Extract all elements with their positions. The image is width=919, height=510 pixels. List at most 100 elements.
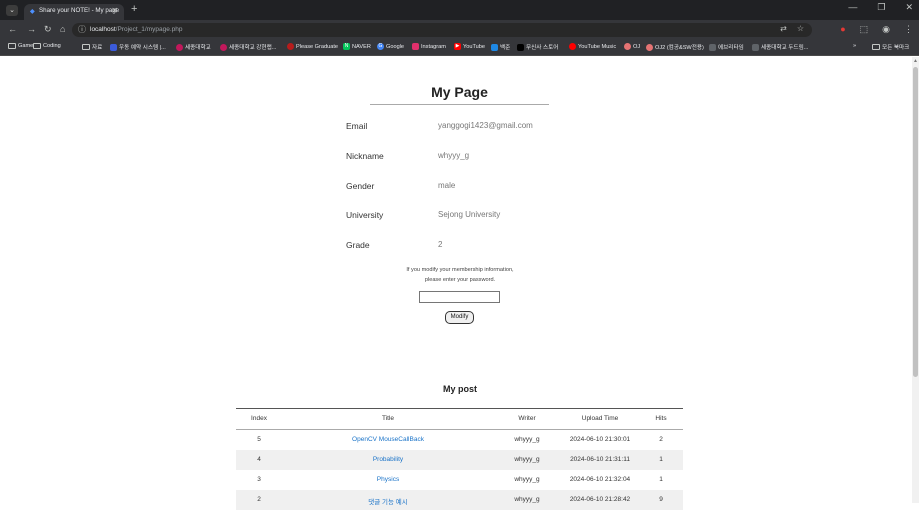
bookmark-favicon-icon — [646, 43, 653, 51]
new-tab-button[interactable]: + — [131, 3, 137, 15]
row-index: 3 — [257, 476, 261, 483]
bookmark-label: YouTube — [463, 43, 485, 50]
bookmark-udong[interactable]: 우동 예약 시스템 |... — [110, 43, 166, 51]
header-upload-time: Upload Time — [581, 415, 619, 422]
translate-icon[interactable]: ⇄ — [780, 24, 787, 33]
bookmark-label: OJ — [633, 43, 641, 50]
bookmark-oj[interactable]: OJ — [624, 43, 640, 50]
bookmark-label: Google — [386, 43, 405, 50]
bookmark-sejong[interactable]: 세종대학교 — [176, 43, 211, 51]
row-hits: 9 — [659, 496, 663, 503]
bookmark-folder-coding[interactable]: Coding — [33, 43, 61, 49]
bookmark-sejong-lab[interactable]: 세종대학교 강현랩... — [220, 43, 276, 51]
bookmark-baekjoon[interactable]: 백준 — [491, 43, 510, 51]
folder-icon — [33, 43, 41, 49]
modify-note-line2: please enter your password. — [424, 277, 496, 283]
close-tab-icon[interactable]: ✕ — [111, 6, 118, 15]
header-title: Title — [381, 415, 395, 422]
bookmarks-overflow-button[interactable]: » — [853, 43, 856, 49]
minimize-icon[interactable]: — — [848, 2, 857, 13]
post-title-link[interactable]: OpenCV MouseCallBack — [322, 436, 454, 443]
header-index: Index — [251, 415, 267, 422]
favicon-icon: ◆ — [30, 9, 35, 15]
google-icon: G — [377, 43, 384, 50]
bookmark-instagram[interactable]: Instagram — [412, 43, 446, 50]
table-header: Index Title Writer Upload Time Hits — [236, 408, 683, 430]
naver-icon: N — [343, 43, 350, 50]
bookmark-youtube-music[interactable]: YouTube Music — [569, 43, 616, 50]
reload-icon[interactable]: ↻ — [44, 24, 52, 35]
field-label-email: Email — [346, 121, 368, 131]
modify-button[interactable]: Modify — [445, 311, 474, 324]
browser-tab-active[interactable]: ◆ Share your NOTE! - My page ✕ — [24, 4, 124, 20]
bookmark-label: Please Graduate — [296, 43, 338, 50]
row-upload-time: 2024-06-10 21:28:42 — [569, 496, 631, 503]
scroll-up-arrow-icon[interactable]: ▲ — [913, 58, 918, 64]
home-icon[interactable]: ⌂ — [60, 24, 65, 34]
row-writer: whyyy_g — [514, 496, 540, 503]
address-bar[interactable]: ⓘ localhost/Project_1/mypage.php ⇄ ☆ — [72, 23, 812, 37]
post-title-link[interactable]: 댓글 기능 예시 — [322, 496, 454, 506]
bookmark-musinsa[interactable]: 무신사 스토어 — [517, 43, 558, 51]
close-window-icon[interactable]: ✕ — [905, 2, 913, 13]
modify-note-line1: If you modify your membership informatio… — [406, 267, 514, 273]
profile-avatar-icon[interactable]: ◉ — [882, 24, 890, 35]
bookmark-favicon-icon — [517, 43, 524, 51]
bookmark-favicon-icon — [752, 43, 759, 51]
restore-icon[interactable]: ❐ — [877, 2, 885, 13]
page-content: My Page Email yanggogi1423@gmail.com Nic… — [0, 57, 912, 510]
row-writer: whyyy_g — [514, 436, 540, 443]
bookmark-label: 세종대학교 강현랩... — [229, 45, 277, 51]
browser-toolbar: ← → ↻ ⌂ ⓘ localhost/Project_1/mypage.php… — [0, 20, 919, 40]
row-writer: whyyy_g — [514, 476, 540, 483]
bookmark-youtube[interactable]: ▶ YouTube — [454, 43, 485, 50]
my-post-heading: My post — [442, 384, 477, 394]
folder-icon — [872, 44, 880, 50]
bookmark-favicon-icon — [491, 43, 498, 51]
bookmark-folder-game[interactable]: Game — [8, 43, 33, 49]
row-upload-time: 2024-06-10 21:30:01 — [569, 436, 631, 443]
bookmark-naver[interactable]: N NAVER — [343, 43, 371, 50]
page-scrollbar[interactable]: ▲ — [912, 57, 919, 503]
bookmark-oj2[interactable]: OJ2 (컴공&SW전용) — [646, 43, 704, 51]
bookmark-favicon-icon — [176, 43, 183, 51]
bookmark-favicon-icon — [287, 43, 294, 50]
field-label-gender: Gender — [346, 181, 375, 191]
row-hits: 2 — [659, 436, 663, 443]
extensions-puzzle-icon[interactable]: ⬚ — [860, 24, 869, 35]
menu-kebab-icon[interactable]: ⋮ — [904, 24, 913, 35]
page-title: My Page — [431, 84, 488, 100]
password-input[interactable] — [419, 291, 500, 303]
header-writer: Writer — [518, 415, 536, 422]
bookmark-label: 백준 — [500, 45, 511, 51]
table-row: 2 댓글 기능 예시 whyyy_g 2024-06-10 21:28:42 9 — [236, 490, 683, 510]
bookmarks-bar: Game Coding 자료 우동 예약 시스템 |... 세종대학교 세종대학… — [0, 40, 919, 56]
bookmark-everytime[interactable]: 에브리타임 — [709, 43, 744, 51]
bookmark-folder-resources[interactable]: 자료 — [82, 43, 102, 51]
bookmark-favicon-icon — [709, 43, 716, 51]
tab-search-button[interactable]: ⌄ — [6, 5, 18, 16]
scroll-thumb[interactable] — [913, 67, 918, 377]
bookmark-label: NAVER — [352, 43, 371, 50]
post-title-link[interactable]: Physics — [322, 476, 454, 483]
row-writer: whyyy_g — [514, 456, 540, 463]
window-controls: — ❐ ✕ — [848, 2, 913, 13]
all-bookmarks-folder[interactable]: 모든 북마크 — [872, 43, 909, 51]
bookmark-favicon-icon — [220, 43, 227, 51]
bookmark-google[interactable]: G Google — [377, 43, 404, 50]
site-info-icon[interactable]: ⓘ — [78, 24, 86, 35]
youtube-icon: ▶ — [454, 43, 461, 50]
forward-arrow-icon[interactable]: → — [27, 24, 36, 34]
bookmark-star-icon[interactable]: ☆ — [797, 24, 804, 33]
bookmark-label: 세종대학교 두드림... — [761, 45, 809, 51]
row-hits: 1 — [659, 476, 663, 483]
bookmark-sejong-dodream[interactable]: 세종대학교 두드림... — [752, 43, 808, 51]
bookmark-please-graduate[interactable]: Please Graduate — [287, 43, 338, 50]
post-title-link[interactable]: Probability — [322, 456, 454, 463]
table-row: 4 Probability whyyy_g 2024-06-10 21:31:1… — [236, 450, 683, 470]
back-arrow-icon[interactable]: ← — [8, 24, 17, 34]
extension-icon[interactable]: ● — [840, 24, 845, 35]
youtube-music-icon — [569, 43, 576, 50]
bookmark-label: 우동 예약 시스템 |... — [119, 45, 166, 51]
overflow-chevron-icon: » — [853, 43, 857, 49]
